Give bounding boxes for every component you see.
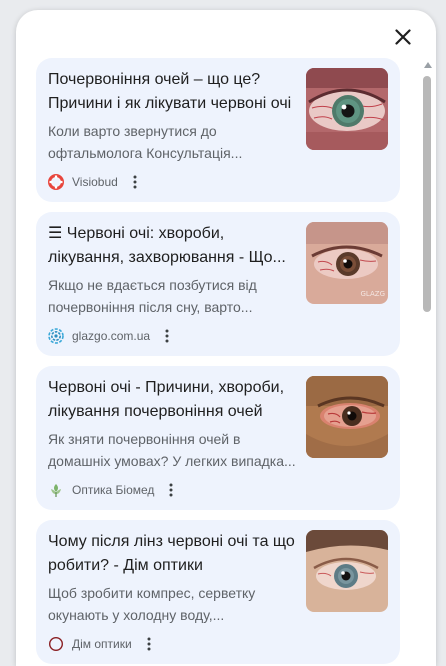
result-source: glazgo.com.ua (48, 328, 174, 344)
result-title[interactable]: Чому після лінз червоні очі та що робити… (48, 530, 300, 578)
result-snippet: Щоб зробити компрес, серветку окунають у… (48, 585, 256, 623)
inflamed-eye-image (306, 376, 388, 458)
visiobud-lifebuoy-icon (48, 174, 64, 190)
more-options-button[interactable] (142, 636, 156, 652)
result-card[interactable]: Червоні очі - Причини, хвороби, лікуванн… (36, 366, 400, 510)
result-card[interactable]: Чому після лінз червоні очі та що робити… (36, 520, 400, 664)
more-options-button[interactable] (164, 482, 178, 498)
scrollbar-thumb[interactable] (423, 76, 431, 312)
more-options-button[interactable] (160, 328, 174, 344)
result-source: Оптика Біомед (48, 482, 178, 498)
result-title[interactable]: ☰ Червоні очі: хвороби, лікування, захво… (48, 222, 300, 270)
bloodshot-eye-image (306, 68, 388, 150)
scroll-up-arrow-icon[interactable] (424, 62, 432, 68)
source-name: Дім оптики (72, 637, 132, 651)
more-vert-icon (133, 175, 137, 189)
result-thumbnail[interactable]: GLAZG (306, 222, 388, 304)
result-title[interactable]: Почервоніння очей – що це? Причини і як … (48, 68, 300, 116)
result-source: Дім оптики (48, 636, 156, 652)
contact-lens-eye-image (306, 530, 388, 612)
result-thumbnail[interactable] (306, 68, 388, 150)
result-source: Visiobud (48, 174, 142, 190)
more-vert-icon (165, 329, 169, 343)
source-name: glazgo.com.ua (72, 329, 151, 343)
scrollbar[interactable] (422, 62, 432, 666)
result-snippet: Як зняти почервоніння очей в домашніх ум… (48, 431, 296, 469)
source-name: Visiobud (72, 175, 118, 189)
more-vert-icon (169, 483, 173, 497)
result-snippet: Якщо не вдається позбутися від почервоні… (48, 277, 257, 315)
thumbnail-watermark: GLAZG (360, 290, 386, 298)
more-options-button[interactable] (128, 174, 142, 190)
close-button[interactable] (392, 26, 414, 48)
close-icon (395, 29, 411, 45)
result-title[interactable]: Червоні очі - Причини, хвороби, лікуванн… (48, 376, 300, 424)
results-panel: Почервоніння очей – що це? Причини і як … (16, 10, 436, 666)
dim-optyky-circle-icon (48, 636, 64, 652)
result-card[interactable]: ☰ Червоні очі: хвороби, лікування, захво… (36, 212, 400, 356)
result-thumbnail[interactable] (306, 530, 388, 612)
result-snippet: Коли варто звернутися до офтальмолога Ко… (48, 123, 243, 161)
source-name: Оптика Біомед (72, 483, 155, 497)
result-thumbnail[interactable] (306, 376, 388, 458)
result-card[interactable]: Почервоніння очей – що це? Причини і як … (36, 58, 400, 202)
biomed-leaf-icon (51, 484, 61, 497)
glazgo-spiral-icon (48, 328, 64, 344)
more-vert-icon (147, 637, 151, 651)
